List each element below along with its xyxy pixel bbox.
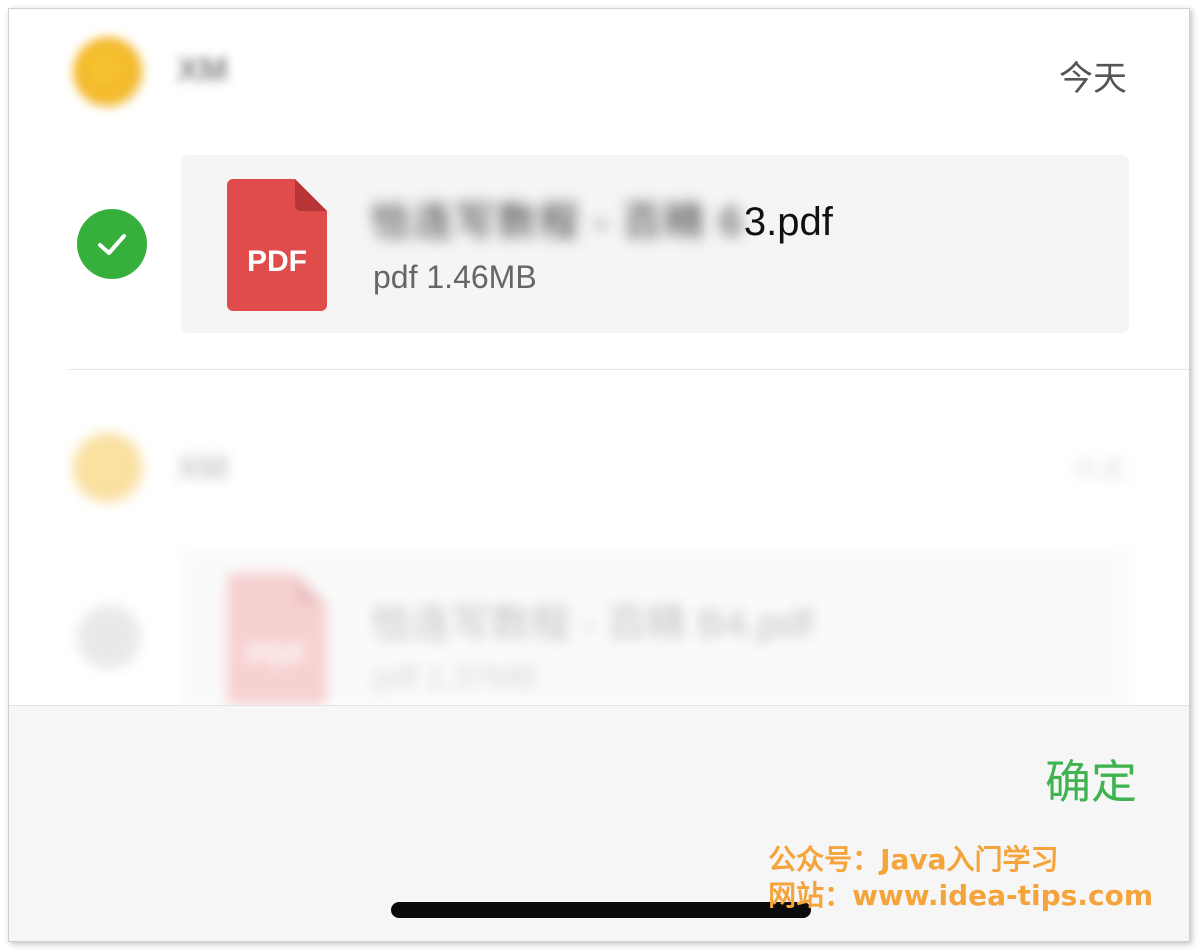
pdf-icon-label: PDF	[247, 639, 307, 672]
message-item-faded: XM 今天 PDF 恰连写数程 - 百精 B4.pdf pdf 1.37MB	[9, 9, 1189, 709]
pdf-file-icon: PDF	[227, 573, 327, 705]
confirm-button[interactable]: 确定	[1045, 746, 1137, 812]
watermark: 公众号：Java入门学习 网站：www.idea-tips.com	[768, 842, 1153, 914]
unselected-circle-icon[interactable]	[77, 605, 141, 669]
home-indicator[interactable]	[391, 902, 811, 918]
file-name: 恰连写数程 - 百精 B4.pdf	[371, 602, 814, 646]
sender-name: XM	[177, 449, 228, 487]
file-card[interactable]: PDF 恰连写数程 - 百精 B4.pdf pdf 1.37MB	[181, 549, 1129, 709]
bottom-action-bar: 确定 公众号：Java入门学习 网站：www.idea-tips.com	[9, 705, 1189, 941]
watermark-line-1: 公众号：Java入门学习	[768, 843, 1059, 876]
file-picker-screen: XM 今天 PDF 恰连写数程 - 百精 63.pdf pdf 1.46MB X…	[8, 8, 1190, 942]
sender-avatar	[73, 433, 143, 503]
watermark-line-2: 网站：www.idea-tips.com	[768, 879, 1153, 912]
message-date: 今天	[1070, 455, 1127, 486]
file-size: pdf 1.37MB	[373, 659, 537, 695]
